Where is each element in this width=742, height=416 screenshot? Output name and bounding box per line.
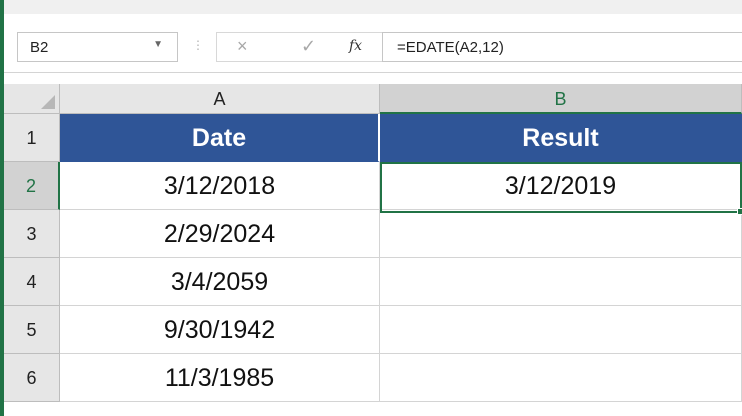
row-header-4[interactable]: 4 — [4, 258, 60, 306]
drag-handle-icon[interactable]: ⋮ — [192, 38, 204, 52]
formula-bar: B2 ▼ ⋮ × ✓ fx =EDATE(A2,12) — [4, 14, 742, 73]
chevron-down-icon[interactable]: ▼ — [153, 39, 163, 50]
cell-a6[interactable]: 11/3/1985 — [60, 354, 380, 402]
cell-a4[interactable]: 3/4/2059 — [60, 258, 380, 306]
title-strip — [4, 0, 742, 15]
cell-b6[interactable] — [380, 354, 742, 402]
formula-bar-buttons: × ✓ fx — [216, 32, 383, 62]
fill-handle[interactable] — [737, 208, 742, 215]
cell-b4[interactable] — [380, 258, 742, 306]
column-header-b[interactable]: B — [380, 84, 742, 114]
formula-input[interactable]: =EDATE(A2,12) — [382, 32, 742, 62]
row-header-2[interactable]: 2 — [4, 162, 60, 210]
spreadsheet-window: B2 ▼ ⋮ × ✓ fx =EDATE(A2,12) A B 1 Date R… — [0, 0, 742, 416]
cell-b1[interactable]: Result — [380, 114, 742, 162]
cell-b5[interactable] — [380, 306, 742, 354]
name-box-value: B2 — [30, 39, 49, 56]
cell-a5[interactable]: 9/30/1942 — [60, 306, 380, 354]
enter-icon[interactable]: ✓ — [301, 36, 316, 57]
name-box[interactable]: B2 ▼ — [17, 32, 178, 62]
cancel-icon[interactable]: × — [237, 36, 248, 57]
row-header-5[interactable]: 5 — [4, 306, 60, 354]
row-header-3[interactable]: 3 — [4, 210, 60, 258]
select-all-button[interactable] — [4, 84, 60, 114]
select-all-icon — [41, 95, 55, 109]
cell-a2[interactable]: 3/12/2018 — [60, 162, 380, 210]
cell-b2[interactable]: 3/12/2019 — [380, 162, 742, 210]
cell-a3[interactable]: 2/29/2024 — [60, 210, 380, 258]
cell-a1[interactable]: Date — [60, 114, 380, 162]
column-header-a[interactable]: A — [60, 84, 380, 114]
cell-b3[interactable] — [380, 210, 742, 258]
row-header-6[interactable]: 6 — [4, 354, 60, 402]
row-header-1[interactable]: 1 — [4, 114, 60, 162]
insert-function-icon[interactable]: fx — [349, 38, 362, 54]
formula-text: =EDATE(A2,12) — [397, 39, 504, 56]
